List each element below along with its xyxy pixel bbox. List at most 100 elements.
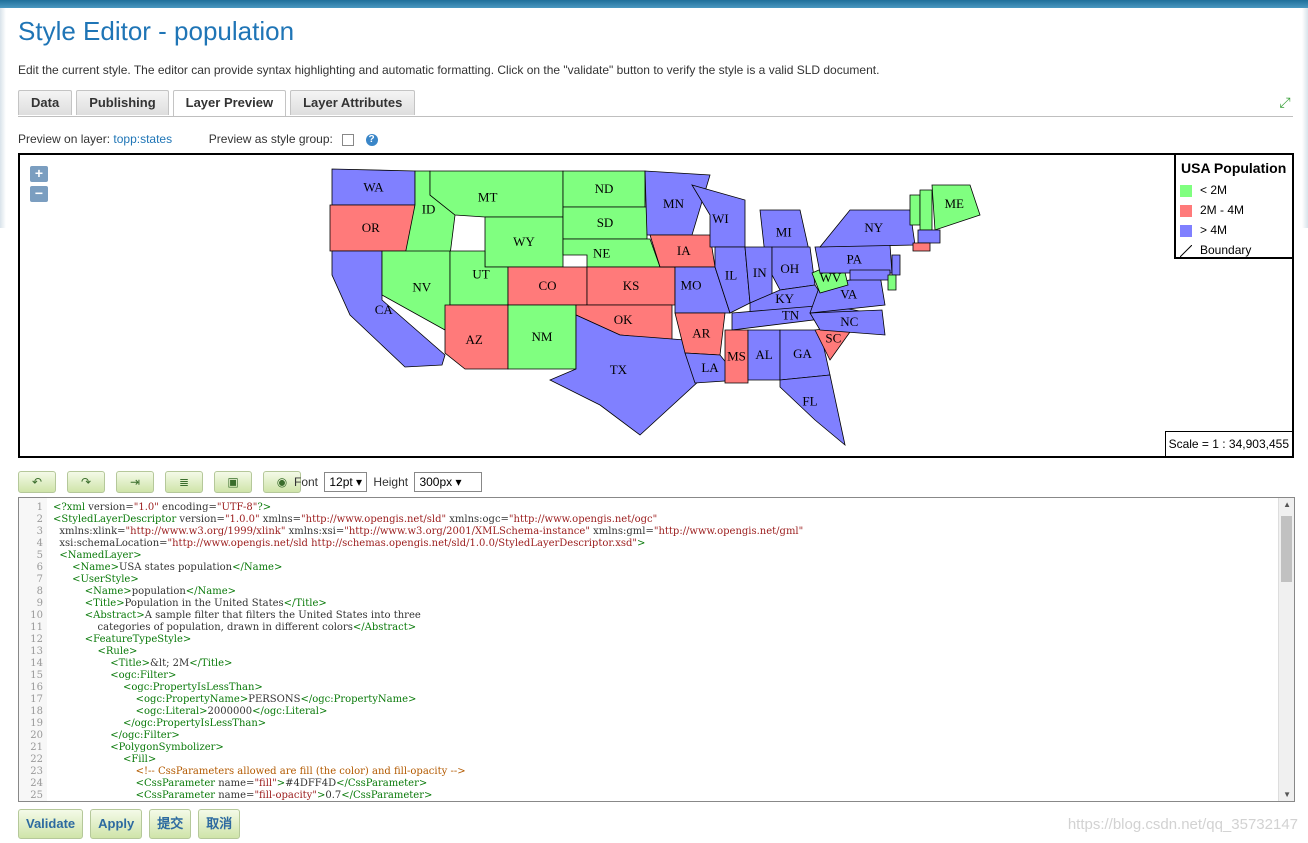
code-line: 21 <PolygonSymbolizer> bbox=[19, 742, 803, 754]
code-text: <ogc:Literal>2000000</ogc:Literal> bbox=[135, 706, 328, 717]
scroll-down-arrow-icon[interactable]: ▼ bbox=[1283, 790, 1291, 799]
map-preview[interactable]: WA OR CA ID NV MT WY UT AZ CO NM ND SD NE KS OK TX MN IA MO… bbox=[18, 153, 1294, 458]
code-line: 17 <ogc:PropertyName>PERSONS</ogc:Proper… bbox=[19, 694, 803, 706]
state-label-wi: WI bbox=[712, 211, 729, 226]
font-height-controls: Font 12pt ▾ Height 300px ▾ bbox=[294, 472, 485, 492]
goto-line-button[interactable]: ⇥ bbox=[116, 471, 154, 493]
code-text: <FeatureTypeStyle> bbox=[84, 634, 192, 645]
sld-code-editor[interactable]: 1 <?xml version="1.0" encoding="UTF-8"?> 2… bbox=[18, 497, 1295, 802]
code-text: categories of population, drawn in diffe… bbox=[53, 622, 417, 633]
reformat-button[interactable]: ≣ bbox=[165, 471, 203, 493]
state-label-nd: ND bbox=[595, 181, 614, 196]
zoom-out-button[interactable]: − bbox=[30, 186, 48, 202]
apply-button[interactable]: Apply bbox=[90, 809, 143, 839]
font-size-select[interactable]: 12pt ▾ bbox=[324, 472, 368, 492]
us-states-map: WA OR CA ID NV MT WY UT AZ CO NM ND SD NE KS OK TX MN IA MO… bbox=[329, 168, 981, 447]
code-text: <ogc:PropertyName>PERSONS</ogc:PropertyN… bbox=[135, 694, 417, 705]
code-line: 12 <FeatureTypeStyle> bbox=[19, 634, 803, 646]
state-label-ny: NY bbox=[864, 220, 883, 235]
state-label-nc: NC bbox=[840, 314, 858, 329]
state-label-mo: MO bbox=[681, 277, 702, 292]
code-text: <Abstract>A sample filter that filters t… bbox=[84, 610, 421, 621]
tab-publishing[interactable]: Publishing bbox=[76, 90, 169, 115]
code-line: 4 xsi:schemaLocation="http://www.opengis… bbox=[19, 538, 803, 550]
code-line: 15 <ogc:Filter> bbox=[19, 670, 803, 682]
goto-line-icon: ⇥ bbox=[129, 475, 141, 489]
tab-layer-attributes[interactable]: Layer Attributes bbox=[290, 90, 416, 115]
tab-data[interactable]: Data bbox=[18, 90, 73, 115]
state-label-ky: KY bbox=[775, 291, 794, 306]
state-label-co: CO bbox=[538, 278, 556, 293]
legend-item: < 2M bbox=[1176, 180, 1292, 200]
cancel-button[interactable]: 取消 bbox=[198, 809, 241, 839]
state-label-ms: MS bbox=[727, 349, 746, 364]
code-line: 25 <CssParameter name="fill-opacity">0.7… bbox=[19, 790, 803, 801]
state-label-ne: NE bbox=[593, 246, 610, 261]
right-shadow bbox=[1302, 8, 1308, 228]
legend-swatch-blue bbox=[1180, 224, 1192, 237]
validate-button[interactable]: Validate bbox=[18, 809, 84, 839]
line-number: 14 bbox=[30, 658, 43, 669]
state-md bbox=[849, 269, 891, 281]
state-label-tx: TX bbox=[610, 362, 628, 377]
line-number: 7 bbox=[36, 574, 43, 585]
line-number: 25 bbox=[30, 790, 43, 801]
preview-group-checkbox[interactable] bbox=[342, 133, 355, 146]
state-label-wa: WA bbox=[363, 180, 384, 195]
line-number: 3 bbox=[36, 526, 43, 537]
height-label: Height bbox=[373, 475, 409, 489]
state-ne bbox=[562, 238, 661, 268]
state-label-mi: MI bbox=[776, 225, 792, 240]
redo-button[interactable]: ↷ bbox=[67, 471, 105, 493]
line-number: 21 bbox=[30, 742, 43, 753]
preview-layer-link[interactable]: topp:states bbox=[113, 132, 172, 146]
line-number: 12 bbox=[30, 634, 43, 645]
state-nh bbox=[919, 189, 933, 231]
undo-button[interactable]: ↶ bbox=[18, 471, 56, 493]
code-line: 10 <Abstract>A sample filter that filter… bbox=[19, 610, 803, 622]
code-line: 23 <!-- CssParameters allowed are fill (… bbox=[19, 766, 803, 778]
submit-button[interactable]: 提交 bbox=[149, 809, 192, 839]
state-label-ut: UT bbox=[472, 266, 489, 281]
line-number: 19 bbox=[30, 718, 43, 729]
legend-item: > 4M bbox=[1176, 220, 1292, 240]
state-label-ar: AR bbox=[692, 326, 710, 341]
state-label-il: IL bbox=[725, 267, 737, 282]
form-buttons: Validate Apply 提交 取消 bbox=[18, 809, 247, 839]
state-fl bbox=[779, 374, 846, 447]
line-number: 17 bbox=[30, 694, 43, 705]
image-button[interactable]: ▣ bbox=[214, 471, 252, 493]
redo-icon: ↷ bbox=[80, 475, 92, 489]
map-legend: USA Population < 2M 2M - 4M > 4M Boundar… bbox=[1174, 155, 1292, 259]
line-number: 18 bbox=[30, 706, 43, 717]
state-label-ks: KS bbox=[623, 278, 640, 293]
line-number: 1 bbox=[36, 502, 43, 513]
line-number: 6 bbox=[36, 562, 43, 573]
line-number: 2 bbox=[36, 514, 43, 525]
fullscreen-expand-icon[interactable]: ⤢ bbox=[1276, 93, 1294, 111]
code-text: <ogc:PropertyIsLessThan> bbox=[122, 682, 263, 693]
code-text: <UserStyle> bbox=[72, 574, 139, 585]
code-line: 9 <Title>Population in the United States… bbox=[19, 598, 803, 610]
zoom-in-button[interactable]: + bbox=[30, 166, 48, 182]
page-title: Style Editor - population bbox=[18, 16, 295, 46]
scroll-up-arrow-icon[interactable]: ▲ bbox=[1283, 500, 1291, 509]
code-content[interactable]: 1 <?xml version="1.0" encoding="UTF-8"?> 2… bbox=[19, 502, 804, 801]
state-label-ca: CA bbox=[375, 302, 394, 317]
page-description: Edit the current style. The editor can p… bbox=[18, 63, 880, 77]
state-label-sc: SC bbox=[825, 330, 841, 345]
line-number: 4 bbox=[36, 538, 43, 549]
line-number: 9 bbox=[36, 598, 43, 609]
line-number: 16 bbox=[30, 682, 43, 693]
code-text: xmlns:xlink="http://www.w3.org/1999/xlin… bbox=[53, 526, 804, 537]
state-label-oh: OH bbox=[780, 261, 799, 276]
code-text: <Rule> bbox=[97, 646, 138, 657]
line-number: 10 bbox=[30, 610, 43, 621]
editor-scrollbar[interactable]: ▲ ▼ bbox=[1278, 498, 1294, 801]
tab-layer-preview[interactable]: Layer Preview bbox=[172, 90, 287, 116]
preview-group-label: Preview as style group: bbox=[208, 132, 333, 146]
editor-height-select[interactable]: 300px ▾ bbox=[414, 472, 483, 492]
help-icon[interactable]: ? bbox=[365, 133, 378, 146]
code-text: <ogc:Filter> bbox=[110, 670, 177, 681]
scrollbar-thumb[interactable] bbox=[1281, 516, 1292, 582]
